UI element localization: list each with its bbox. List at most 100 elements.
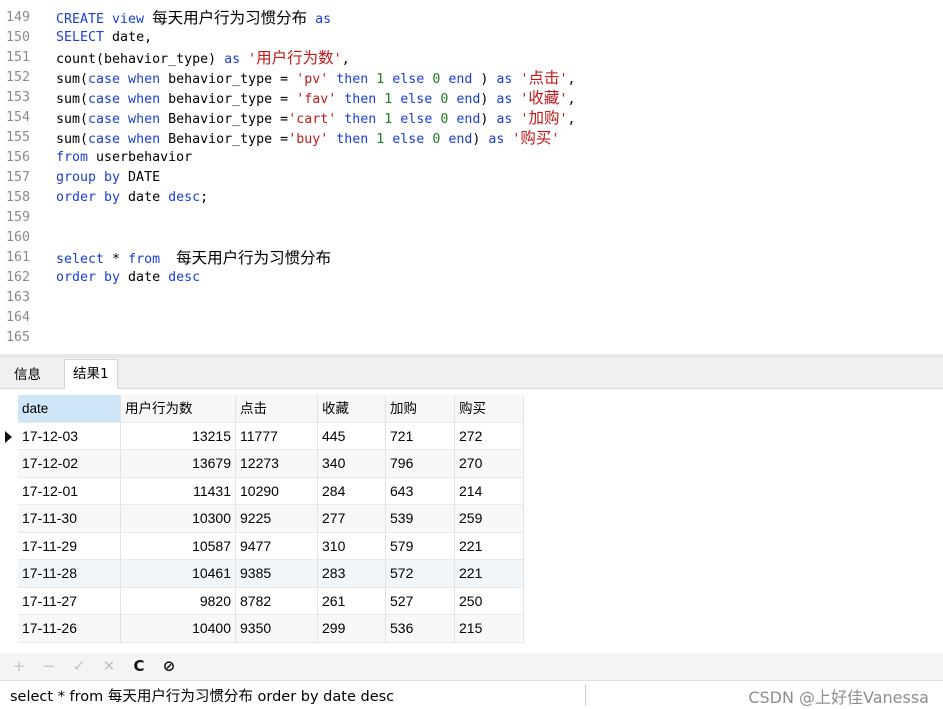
table-cell[interactable]: 214 [455, 477, 524, 505]
line-number: 159 [6, 210, 31, 225]
code-text: sum(case when Behavior_type ='cart' then… [56, 109, 576, 127]
table-cell[interactable]: 10290 [236, 477, 318, 505]
table-cell[interactable]: 17-11-27 [18, 587, 121, 615]
code-text: sum(case when Behavior_type ='buy' then … [56, 129, 560, 147]
delete-record-icon[interactable]: − [40, 657, 58, 675]
column-header[interactable]: 购买 [455, 395, 524, 423]
sql-editor[interactable]: 149 CREATE view 每天用户行为习惯分布 as 150 SELECT da… [0, 0, 943, 356]
table-cell[interactable]: 11777 [236, 422, 318, 450]
apply-changes-icon[interactable]: ✓ [70, 657, 88, 675]
table-cell[interactable]: 11431 [121, 477, 236, 505]
line-number: 158 [6, 190, 31, 205]
table-cell[interactable]: 13215 [121, 422, 236, 450]
line-number: 162 [6, 270, 31, 285]
table-cell[interactable]: 17-12-02 [18, 450, 121, 478]
table-cell[interactable]: 17-12-01 [18, 477, 121, 505]
table-cell[interactable]: 221 [455, 532, 524, 560]
line-number: 156 [6, 150, 31, 165]
table-cell[interactable]: 272 [455, 422, 524, 450]
table-cell[interactable]: 17-11-26 [18, 615, 121, 643]
table-cell[interactable]: 572 [386, 560, 455, 588]
column-header[interactable]: date [18, 395, 121, 423]
code-text: order by date desc [56, 270, 201, 285]
code-text: sum(case when behavior_type = 'pv' then … [56, 69, 576, 87]
table-cell[interactable]: 10400 [121, 615, 236, 643]
table-cell[interactable]: 721 [386, 422, 455, 450]
tab-result1[interactable]: 结果1 [64, 359, 118, 390]
line-number: 161 [6, 250, 31, 265]
table-cell[interactable]: 310 [318, 532, 386, 560]
line-number: 163 [6, 290, 31, 305]
refresh-icon[interactable]: C [130, 657, 148, 675]
line-number: 150 [6, 30, 31, 45]
csdn-watermark: CSDN @上好佳Vanessa [748, 688, 929, 707]
line-number: 152 [6, 70, 31, 85]
code-text: count(behavior_type) as '用户行为数', [56, 49, 350, 67]
line-number: 149 [6, 10, 31, 25]
table-cell[interactable]: 270 [455, 450, 524, 478]
table-cell[interactable]: 215 [455, 615, 524, 643]
status-divider [585, 684, 586, 706]
code-text: CREATE view 每天用户行为习惯分布 as [56, 9, 332, 27]
code-text: order by date desc; [56, 190, 209, 205]
line-number: 165 [6, 330, 31, 345]
table-cell[interactable]: 9225 [236, 505, 318, 533]
code-text: from userbehavior [56, 150, 193, 165]
table-cell[interactable]: 527 [386, 587, 455, 615]
status-query-text: select * from 每天用户行为习惯分布 order by date d… [10, 689, 395, 705]
table-cell[interactable]: 579 [386, 532, 455, 560]
stop-icon[interactable]: ⊘ [160, 657, 178, 675]
table-cell[interactable]: 299 [318, 615, 386, 643]
table-cell[interactable]: 9477 [236, 532, 318, 560]
table-cell[interactable]: 10587 [121, 532, 236, 560]
table-cell[interactable]: 10461 [121, 560, 236, 588]
table-cell[interactable]: 445 [318, 422, 386, 450]
column-header[interactable]: 加购 [386, 395, 455, 423]
table-cell[interactable]: 12273 [236, 450, 318, 478]
table-cell[interactable]: 250 [455, 587, 524, 615]
table-cell[interactable]: 259 [455, 505, 524, 533]
table-cell[interactable]: 340 [318, 450, 386, 478]
table-cell[interactable]: 13679 [121, 450, 236, 478]
table-cell[interactable]: 261 [318, 587, 386, 615]
table-cell[interactable]: 284 [318, 477, 386, 505]
code-text: sum(case when behavior_type = 'fav' then… [56, 89, 576, 107]
status-bar: select * from 每天用户行为习惯分布 order by date d… [0, 680, 943, 709]
add-record-icon[interactable]: + [10, 657, 28, 675]
code-text: group by DATE [56, 170, 161, 185]
line-number: 164 [6, 310, 31, 325]
table-cell[interactable]: 643 [386, 477, 455, 505]
table-cell[interactable]: 536 [386, 615, 455, 643]
code-text: select * from 每天用户行为习惯分布 [56, 249, 332, 267]
column-header[interactable]: 用户行为数 [121, 395, 236, 423]
table-cell[interactable]: 9820 [121, 587, 236, 615]
current-row-indicator-icon [5, 430, 12, 443]
table-cell[interactable]: 17-11-29 [18, 532, 121, 560]
table-cell[interactable]: 9385 [236, 560, 318, 588]
column-header[interactable]: 点击 [236, 395, 318, 423]
table-cell[interactable]: 17-12-03 [18, 422, 121, 450]
result-tab-bar: 信息 结果1 [0, 358, 943, 390]
code-text: SELECT date, [56, 30, 153, 45]
line-number: 151 [6, 50, 31, 65]
line-number: 155 [6, 130, 31, 145]
table-cell[interactable]: 10300 [121, 505, 236, 533]
line-number: 157 [6, 170, 31, 185]
grid-toolbar: + − ✓ ✕ C ⊘ [0, 653, 943, 680]
table-cell[interactable]: 539 [386, 505, 455, 533]
table-cell[interactable]: 9350 [236, 615, 318, 643]
discard-changes-icon[interactable]: ✕ [100, 657, 118, 675]
line-number: 160 [6, 230, 31, 245]
result-grid-area: date 用户行为数 点击 收藏 加购 购买 17-12-03 13215 11777 445 72… [0, 389, 943, 653]
column-header[interactable]: 收藏 [318, 395, 386, 423]
table-cell[interactable]: 17-11-30 [18, 505, 121, 533]
table-cell[interactable]: 8782 [236, 587, 318, 615]
table-cell[interactable]: 796 [386, 450, 455, 478]
tab-info[interactable]: 信息 [6, 362, 49, 389]
line-number: 154 [6, 110, 31, 125]
line-number: 153 [6, 90, 31, 105]
table-cell[interactable]: 277 [318, 505, 386, 533]
table-cell[interactable]: 283 [318, 560, 386, 588]
table-cell[interactable]: 17-11-28 [18, 560, 121, 588]
table-cell[interactable]: 221 [455, 560, 524, 588]
